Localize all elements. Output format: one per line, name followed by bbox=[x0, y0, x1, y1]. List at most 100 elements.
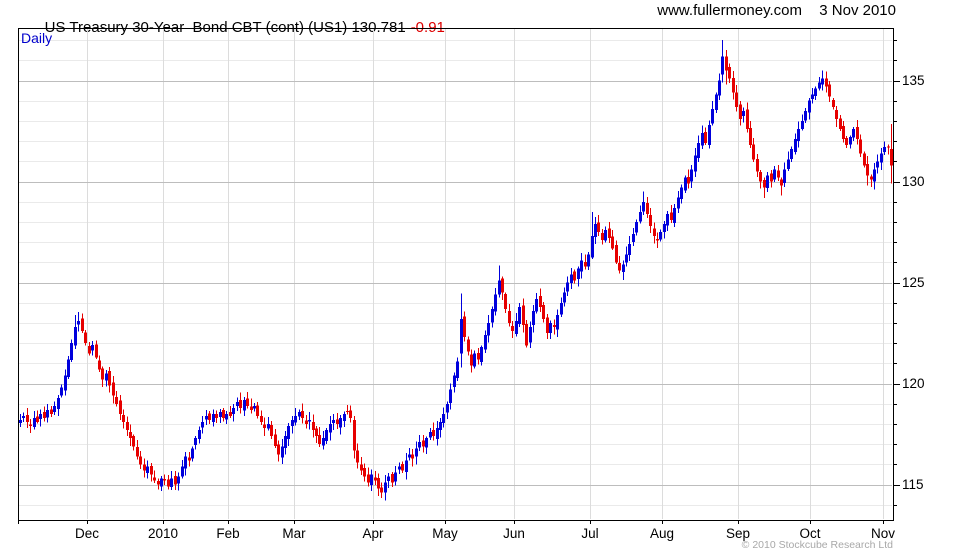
down-candle-body bbox=[208, 413, 211, 420]
down-candle-body bbox=[143, 464, 146, 471]
down-candle-body bbox=[26, 414, 29, 422]
up-candle-body bbox=[715, 94, 718, 111]
down-candle-body bbox=[573, 271, 576, 281]
down-candle-body bbox=[752, 144, 755, 160]
up-candle-body bbox=[663, 224, 666, 232]
down-candle-wick bbox=[154, 470, 155, 484]
down-candle-body bbox=[653, 228, 656, 237]
down-candle-body bbox=[432, 429, 435, 437]
y-axis-ticks bbox=[893, 40, 900, 506]
up-candle-body bbox=[64, 375, 67, 391]
down-candle-body bbox=[763, 179, 766, 188]
up-candle-body bbox=[566, 282, 569, 292]
month-gridlines bbox=[87, 29, 884, 519]
up-candle-body bbox=[787, 159, 790, 169]
up-candle-body bbox=[473, 353, 476, 367]
down-candle-body bbox=[828, 84, 831, 97]
down-candle-body bbox=[749, 127, 752, 146]
down-candle-wick bbox=[251, 398, 252, 414]
down-candle-body bbox=[845, 138, 848, 146]
up-candle-body bbox=[398, 466, 401, 470]
down-candle-body bbox=[312, 422, 315, 431]
up-candle-body bbox=[219, 411, 222, 418]
up-candle-body bbox=[801, 120, 804, 129]
down-candle-body bbox=[356, 450, 359, 463]
up-candle-body bbox=[74, 327, 77, 346]
x-axis-label: Dec bbox=[75, 526, 99, 541]
up-candle-body bbox=[287, 426, 290, 439]
minor-gridlines bbox=[19, 40, 892, 506]
up-candle-body bbox=[570, 274, 573, 283]
down-candle-body bbox=[504, 294, 507, 309]
up-candle-body bbox=[518, 306, 521, 324]
y-axis-label: 120 bbox=[902, 376, 925, 391]
up-candle-body bbox=[680, 187, 683, 199]
down-candle-body bbox=[467, 339, 470, 352]
down-candle-body bbox=[95, 344, 98, 358]
down-candle-body bbox=[98, 360, 101, 370]
down-candle-body bbox=[611, 236, 614, 249]
up-candle-body bbox=[811, 94, 814, 99]
down-candle-body bbox=[367, 474, 370, 483]
down-candle-body bbox=[759, 172, 762, 182]
up-candle-body bbox=[70, 343, 73, 360]
up-candle-body bbox=[690, 169, 693, 182]
up-candle-body bbox=[294, 415, 297, 423]
up-candle-body bbox=[408, 454, 411, 458]
down-candle-body bbox=[50, 409, 53, 414]
up-candle-body bbox=[580, 260, 583, 272]
down-candle-body bbox=[122, 415, 125, 422]
down-candle-body bbox=[167, 479, 170, 487]
up-candle-body bbox=[804, 110, 807, 121]
down-candle-body bbox=[188, 457, 191, 461]
up-candle-body bbox=[225, 413, 228, 420]
down-candle-body bbox=[890, 149, 893, 166]
up-candle-body bbox=[449, 389, 452, 403]
down-candle-body bbox=[470, 354, 473, 366]
up-candle-body bbox=[666, 213, 669, 226]
down-candle-body bbox=[739, 104, 742, 119]
down-candle-wick bbox=[871, 174, 872, 188]
up-candle-body bbox=[852, 129, 855, 138]
y-axis-label: 115 bbox=[902, 477, 924, 492]
down-candle-body bbox=[108, 370, 111, 386]
down-candle-body bbox=[756, 159, 759, 172]
up-candle-body bbox=[480, 347, 483, 363]
up-candle-body bbox=[53, 405, 56, 413]
down-candle-body bbox=[250, 406, 253, 410]
up-candle-body bbox=[436, 428, 439, 440]
up-candle-body bbox=[57, 397, 60, 409]
up-candle-body bbox=[446, 403, 449, 413]
up-candle-body bbox=[194, 438, 197, 446]
up-candle-body bbox=[491, 308, 494, 323]
up-candle-body bbox=[622, 264, 625, 272]
up-candle-body bbox=[742, 110, 745, 116]
down-candle-body bbox=[463, 316, 466, 338]
down-candle-body bbox=[112, 382, 115, 396]
down-candle-wick bbox=[585, 254, 586, 270]
down-candle-body bbox=[687, 177, 690, 184]
down-candle-body bbox=[832, 99, 835, 107]
down-candle-body bbox=[119, 400, 122, 414]
up-candle-body bbox=[873, 169, 876, 182]
up-candle-body bbox=[198, 430, 201, 439]
up-candle-body bbox=[587, 254, 590, 267]
down-candle-body bbox=[136, 447, 139, 457]
up-candle-body bbox=[498, 280, 501, 295]
up-candle-body bbox=[425, 438, 428, 448]
up-candle-body bbox=[325, 430, 328, 441]
down-candle-body bbox=[539, 296, 542, 307]
up-candle-body bbox=[267, 424, 270, 429]
up-candle-body bbox=[797, 129, 800, 142]
up-candle-body bbox=[560, 302, 563, 315]
down-candle-body bbox=[360, 464, 363, 471]
up-candle-body bbox=[201, 422, 204, 428]
down-candle-body bbox=[239, 399, 242, 408]
up-candle-body bbox=[91, 345, 94, 351]
down-candle-body bbox=[859, 139, 862, 154]
up-candle-body bbox=[232, 407, 235, 414]
down-candle-body bbox=[477, 353, 480, 360]
down-candle-body bbox=[732, 78, 735, 93]
down-candle-body bbox=[391, 474, 394, 483]
up-candle-body bbox=[415, 448, 418, 457]
